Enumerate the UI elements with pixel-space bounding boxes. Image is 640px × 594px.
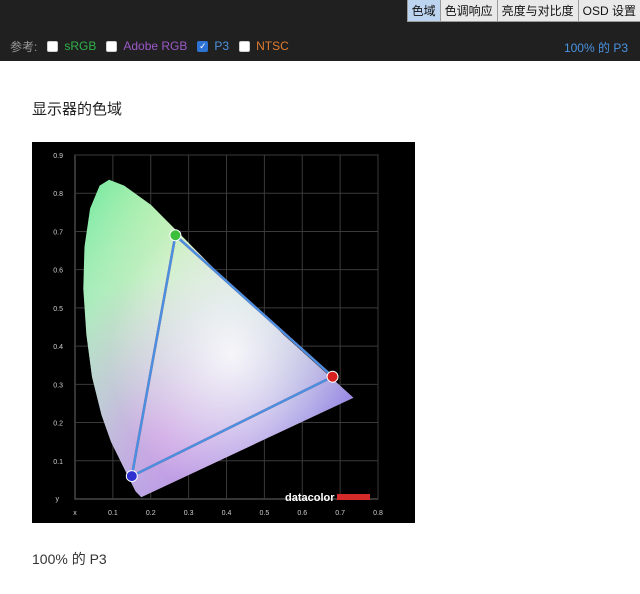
coverage-caption: 100% 的 P3 bbox=[32, 551, 107, 567]
y-tick-label: 0.3 bbox=[53, 382, 63, 389]
ref-adobe-rgb-label: Adobe RGB bbox=[123, 39, 188, 53]
x-tick-label: 0.6 bbox=[297, 510, 307, 517]
section-title: 显示器的色域 bbox=[32, 101, 123, 118]
top-toolbar: 色域 色调响应 亮度与对比度 OSD 设置 参考: sRGB Adobe RGB… bbox=[0, 0, 640, 61]
ref-srgb-label: sRGB bbox=[64, 39, 97, 53]
y-tick-label: 0.5 bbox=[53, 306, 63, 313]
ref-srgb-option[interactable]: sRGB bbox=[47, 39, 96, 53]
red-primary-dot bbox=[326, 370, 339, 383]
x-axis-label: x bbox=[73, 510, 77, 517]
x-tick-label: 0.2 bbox=[146, 510, 156, 517]
ref-p3-label: P3 bbox=[214, 39, 230, 53]
ref-adobe-rgb-option[interactable]: Adobe RGB bbox=[106, 39, 187, 53]
green-primary-dot bbox=[169, 229, 182, 242]
ref-ntsc-checkbox[interactable] bbox=[239, 40, 251, 52]
datacolor-logo-bar bbox=[337, 494, 370, 500]
ref-adobe-rgb-checkbox[interactable] bbox=[106, 40, 118, 52]
y-axis-label: y bbox=[56, 496, 60, 503]
x-tick-label: 0.3 bbox=[184, 510, 194, 517]
cie-chart: 0.1 0.2 0.3 0.4 0.5 0.6 0.7 0.8 0.1 0.2 0.3 0.4 0.5 0… bbox=[32, 142, 415, 523]
y-tick-label: 0.1 bbox=[53, 459, 63, 466]
ref-ntsc-option[interactable]: NTSC bbox=[239, 39, 289, 53]
x-tick-label: 0.7 bbox=[335, 510, 345, 517]
cie-chart-svg: 0.1 0.2 0.3 0.4 0.5 0.6 0.7 0.8 0.1 0.2 0.3 0.4 0.5 0… bbox=[32, 142, 415, 523]
tab-bar: 色域 色调响应 亮度与对比度 OSD 设置 bbox=[406, 0, 640, 22]
y-tick-label: 0.4 bbox=[53, 344, 63, 351]
blue-primary-dot bbox=[125, 470, 138, 483]
y-tick-label: 0.6 bbox=[53, 268, 63, 275]
tab-osd-settings[interactable]: OSD 设置 bbox=[577, 0, 640, 22]
ref-p3-checkbox[interactable]: ✓ bbox=[197, 40, 209, 52]
x-tick-label: 0.1 bbox=[108, 510, 118, 517]
tab-tone-response[interactable]: 色调响应 bbox=[439, 0, 497, 22]
reference-label: 参考: bbox=[10, 39, 38, 54]
y-tick-label: 0.2 bbox=[53, 421, 63, 428]
reference-bar: 参考: sRGB Adobe RGB ✓ P3 NTSC 100% 的 P3 bbox=[0, 32, 640, 60]
coverage-status: 100% 的 P3 bbox=[563, 41, 628, 55]
tab-brightness-contrast[interactable]: 亮度与对比度 bbox=[496, 0, 578, 22]
x-tick-label: 0.5 bbox=[260, 510, 270, 517]
x-tick-label: 0.4 bbox=[222, 510, 232, 517]
y-tick-label: 0.9 bbox=[53, 153, 63, 160]
ref-p3-option[interactable]: ✓ P3 bbox=[197, 39, 229, 53]
ref-srgb-checkbox[interactable] bbox=[47, 40, 59, 52]
y-tick-label: 0.8 bbox=[53, 191, 63, 198]
datacolor-logo-text: datacolor bbox=[285, 492, 335, 504]
y-tick-label: 0.7 bbox=[53, 229, 63, 236]
ref-ntsc-label: NTSC bbox=[256, 39, 289, 53]
tab-color-gamut[interactable]: 色域 bbox=[406, 0, 440, 22]
x-tick-label: 0.8 bbox=[373, 510, 383, 517]
